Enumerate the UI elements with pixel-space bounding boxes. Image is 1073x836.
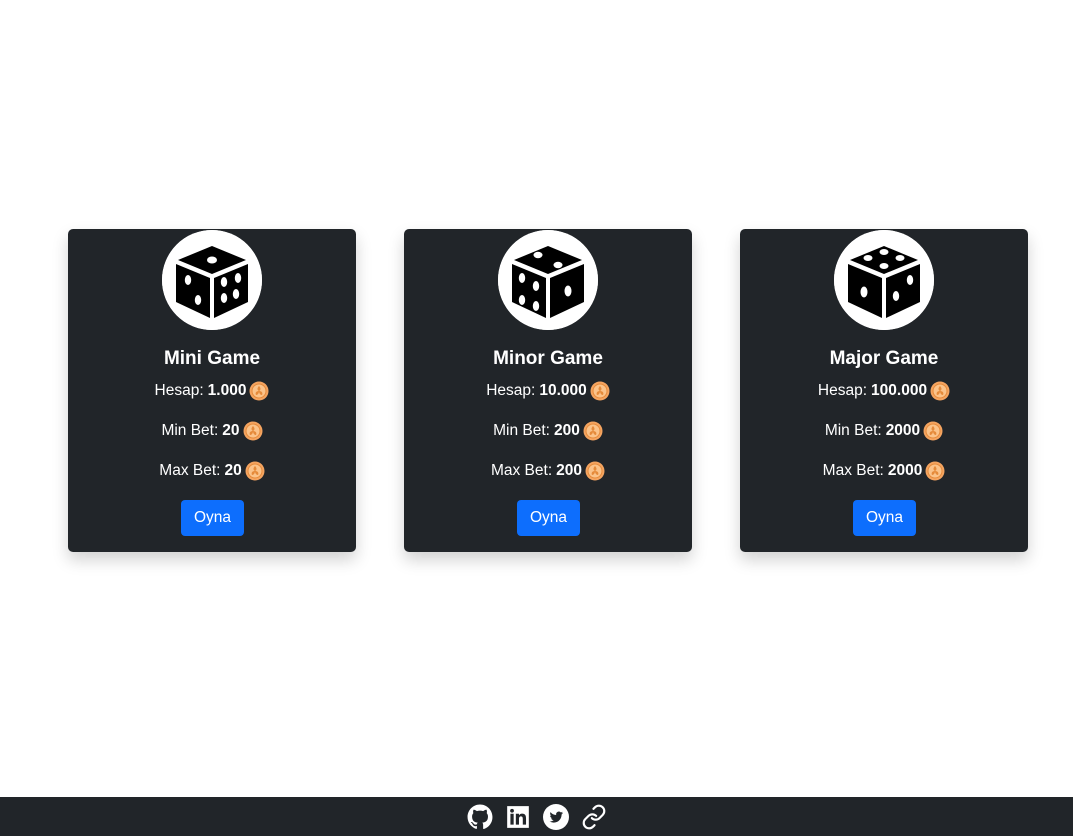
game-card-major: Major Game Hesap: 100.000 Min Bet: 2000 … bbox=[740, 229, 1028, 552]
coin-icon bbox=[243, 421, 263, 441]
linkedin-icon[interactable] bbox=[505, 804, 531, 830]
min-bet-label: Min Bet: bbox=[493, 422, 550, 439]
balance-line: Hesap: 10.000 bbox=[404, 380, 692, 402]
coin-icon bbox=[930, 381, 950, 401]
max-bet-line: Max Bet: 20 bbox=[68, 460, 356, 482]
coin-icon bbox=[585, 461, 605, 481]
max-bet-value: 200 bbox=[556, 462, 583, 479]
page: Mini Game Hesap: 1.000 Min Bet: 20 Max B… bbox=[0, 0, 1073, 836]
coin-icon bbox=[590, 381, 610, 401]
min-bet-line: Min Bet: 2000 bbox=[740, 420, 1028, 442]
game-card-mini: Mini Game Hesap: 1.000 Min Bet: 20 Max B… bbox=[68, 229, 356, 552]
dice-icon bbox=[834, 230, 934, 330]
balance-value: 10.000 bbox=[539, 382, 587, 399]
balance-label: Hesap: bbox=[486, 382, 536, 399]
max-bet-line: Max Bet: 200 bbox=[404, 460, 692, 482]
coin-icon bbox=[583, 421, 603, 441]
balance-label: Hesap: bbox=[817, 382, 868, 399]
coin-icon bbox=[923, 421, 943, 441]
max-bet-value: 2000 bbox=[887, 462, 923, 479]
dice-icon bbox=[498, 230, 598, 330]
max-bet-line: Max Bet: 2000 bbox=[740, 460, 1028, 482]
card-title: Major Game bbox=[829, 348, 939, 369]
play-button[interactable]: Oyna bbox=[853, 500, 916, 536]
coin-icon bbox=[249, 381, 269, 401]
max-bet-value: 20 bbox=[224, 462, 242, 479]
min-bet-value: 2000 bbox=[885, 422, 921, 439]
min-bet-line: Min Bet: 20 bbox=[68, 420, 356, 442]
max-bet-label: Max Bet: bbox=[159, 462, 221, 479]
play-button[interactable]: Oyna bbox=[517, 500, 580, 536]
balance-label: Hesap: bbox=[154, 382, 204, 399]
card-title: Minor Game bbox=[493, 348, 603, 369]
max-bet-label: Max Bet: bbox=[822, 462, 884, 479]
min-bet-value: 200 bbox=[553, 422, 580, 439]
min-bet-label: Min Bet: bbox=[161, 422, 219, 439]
balance-line: Hesap: 100.000 bbox=[740, 380, 1028, 402]
min-bet-label: Min Bet: bbox=[824, 422, 882, 439]
balance-value: 100.000 bbox=[871, 382, 928, 399]
footer bbox=[0, 797, 1073, 836]
card-title: Mini Game bbox=[163, 348, 261, 369]
min-bet-value: 20 bbox=[222, 422, 240, 439]
github-icon[interactable] bbox=[467, 804, 493, 830]
min-bet-line: Min Bet: 200 bbox=[404, 420, 692, 442]
dice-icon bbox=[162, 230, 262, 330]
balance-value: 1.000 bbox=[207, 382, 247, 399]
play-button[interactable]: Oyna bbox=[181, 500, 244, 536]
balance-line: Hesap: 1.000 bbox=[68, 380, 356, 402]
link-icon[interactable] bbox=[581, 804, 607, 830]
twitter-icon[interactable] bbox=[542, 803, 569, 830]
game-card-minor: Minor Game Hesap: 10.000 Min Bet: 200 Ma… bbox=[404, 229, 692, 552]
coin-icon bbox=[925, 461, 945, 481]
coin-icon bbox=[245, 461, 265, 481]
max-bet-label: Max Bet: bbox=[490, 462, 553, 479]
